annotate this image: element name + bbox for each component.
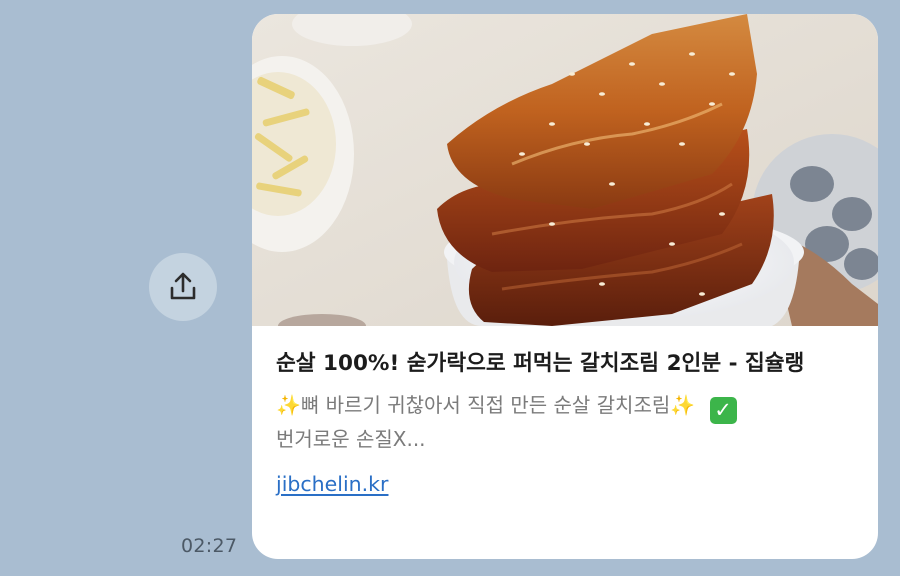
link-preview-card[interactable]: 순살 100%! 숟가락으로 퍼먹는 갈치조림 2인분 - 집슐랭 ✨뼈 바르기… xyxy=(252,14,878,559)
link-preview-description: ✨뼈 바르기 귀찮아서 직접 만든 순살 갈치조림✨ ✓ 번거로운 손질X... xyxy=(276,390,858,455)
link-preview-title: 순살 100%! 숟가락으로 퍼먹는 갈치조림 2인분 - 집슐랭 xyxy=(276,351,805,376)
link-preview-image[interactable] xyxy=(252,14,878,326)
check-mark-icon: ✓ xyxy=(709,397,737,424)
share-upload-icon xyxy=(167,271,199,303)
link-preview-desc-text: ✨뼈 바르기 귀찮아서 직접 만든 순살 갈치조림✨ xyxy=(276,393,702,417)
link-preview-desc-continued: 번거로운 손질X... xyxy=(276,427,426,451)
link-preview-url[interactable]: jibchelin.kr xyxy=(276,472,388,496)
message-time: 02:27 xyxy=(181,535,238,557)
share-button[interactable] xyxy=(149,253,217,321)
link-preview-body: 순살 100%! 숟가락으로 퍼먹는 갈치조림 2인분 - 집슐랭 ✨뼈 바르기… xyxy=(276,348,858,496)
